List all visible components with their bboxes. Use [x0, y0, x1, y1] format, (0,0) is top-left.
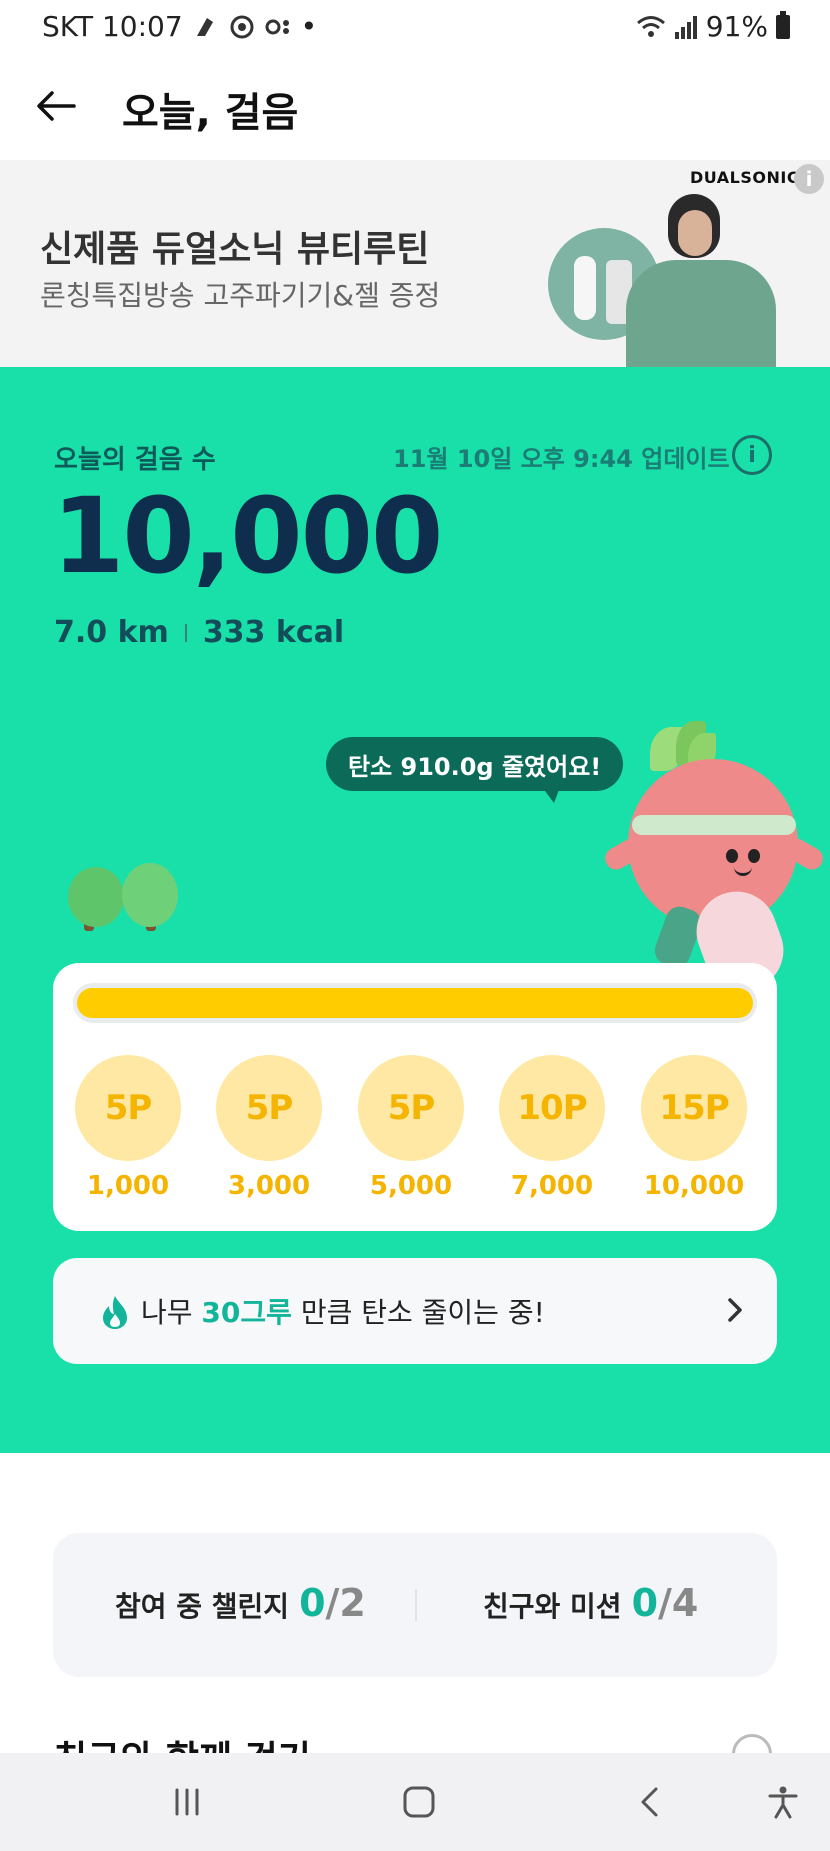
mascot-eye [748, 849, 760, 863]
today-steps-label: 오늘의 걸음 수 [54, 445, 216, 475]
reward-points: 5P [75, 1055, 181, 1161]
ad-device-image [574, 256, 596, 320]
challenge-summary[interactable]: 참여 중 챌린지 0/2 [115, 1581, 366, 1625]
challenge-summary-card: 참여 중 챌린지 0/2 친구와 미션 0/4 [53, 1533, 777, 1677]
challenge-count: 0/2 [299, 1581, 366, 1625]
back-button[interactable] [28, 78, 84, 134]
step-reward-card: 5P 1,000 5P 3,000 5P 5,000 10P 7,000 15P… [53, 963, 777, 1231]
status-right: 91% [636, 10, 790, 43]
mission-total: /4 [658, 1581, 699, 1625]
reward-points: 10P [499, 1055, 605, 1161]
mission-summary[interactable]: 친구와 미션 0/4 [483, 1581, 698, 1625]
link-icon [265, 19, 289, 34]
carrier-time: SKT 10:07 [42, 10, 183, 43]
carbon-message: 나무 30그루 만큼 탄소 줄이는 중! [141, 1291, 545, 1331]
system-nav-bar [0, 1753, 830, 1851]
carbon-reduction-banner[interactable]: 나무 30그루 만큼 탄소 줄이는 중! [53, 1258, 777, 1364]
stats-divider [184, 623, 187, 642]
reward-steps: 5,000 [369, 1171, 453, 1201]
reward-steps: 7,000 [510, 1171, 594, 1201]
back-arrow-icon [37, 91, 76, 121]
steps-panel: 오늘의 걸음 수 11월 10일 오후 9:44 업데이트 i 10,000 7… [0, 367, 830, 1453]
fire-icon [103, 1296, 127, 1329]
chevron-left-icon [641, 1787, 658, 1817]
reward-points: 5P [216, 1055, 322, 1161]
app-notification-icon [196, 17, 213, 36]
reward-item[interactable]: 5P 3,000 [216, 1055, 322, 1201]
mission-label: 친구와 미션 [483, 1590, 622, 1623]
chevron-right-icon [728, 1298, 742, 1322]
accessibility-button[interactable] [760, 1779, 806, 1825]
step-progress-fill [77, 988, 753, 1018]
tree-count: 30그루 [201, 1296, 292, 1329]
reward-steps: 10,000 [643, 1171, 745, 1201]
carbon-prefix: 나무 [141, 1296, 202, 1329]
reward-steps: 3,000 [227, 1171, 311, 1201]
ad-title: 신제품 듀얼소닉 뷰티루틴 [40, 229, 430, 270]
recent-apps-icon [175, 1788, 199, 1816]
update-time: 11월 10일 오후 9:44 업데이트 [393, 445, 730, 473]
carbon-suffix: 만큼 탄소 줄이는 중! [291, 1296, 545, 1329]
ad-model-face [678, 210, 712, 256]
reward-points: 5P [358, 1055, 464, 1161]
status-left: SKT 10:07 • [42, 10, 317, 43]
reward-item[interactable]: 15P 10,000 [641, 1055, 747, 1201]
step-progress-bar [73, 983, 757, 1023]
sync-icon [230, 15, 254, 38]
challenge-label: 참여 중 챌린지 [115, 1590, 290, 1623]
distance: 7.0 km [54, 615, 169, 650]
mascot-eye [726, 849, 738, 863]
wifi-icon [636, 15, 665, 37]
calories: 333 kcal [202, 615, 345, 650]
step-count: 10,000 [52, 475, 443, 597]
tree-crown [122, 863, 178, 927]
summary-divider [415, 1589, 417, 1621]
status-bar: SKT 10:07 • 91% [0, 0, 830, 54]
home-button[interactable] [396, 1779, 442, 1825]
mascot-headband [632, 815, 796, 835]
home-icon [403, 1786, 435, 1818]
ad-brand-logo: DUALSONIC [690, 168, 800, 187]
ad-info-button[interactable]: i [794, 164, 824, 194]
info-button[interactable]: i [732, 435, 772, 475]
more-notifications-dot: • [300, 10, 318, 43]
ad-model-image [626, 260, 776, 367]
reward-item[interactable]: 5P 5,000 [358, 1055, 464, 1201]
app-bar: 오늘, 걸음 [0, 54, 830, 160]
app-screen: SKT 10:07 • 91% 오늘, 걸음 신제품 듀얼소닉 뷰티루틴 론칭특… [0, 0, 830, 1851]
ad-banner[interactable]: 신제품 듀얼소닉 뷰티루틴 론칭특집방송 고주파기기&젤 증정 DUALSONI… [0, 160, 830, 367]
tree-crown [68, 867, 124, 927]
challenge-done: 0 [299, 1581, 326, 1625]
reward-item[interactable]: 5P 1,000 [75, 1055, 181, 1201]
mission-done: 0 [631, 1581, 659, 1625]
accessibility-icon [768, 1786, 798, 1819]
speech-bubble-tail [542, 787, 560, 803]
signal-icon [674, 15, 697, 39]
reward-points: 15P [641, 1055, 747, 1161]
battery-percent: 91% [705, 10, 768, 43]
recent-apps-button[interactable] [164, 1779, 210, 1825]
nav-back-button[interactable] [628, 1779, 674, 1825]
distance-calories: 7.0 km 333 kcal [54, 615, 344, 650]
reward-item[interactable]: 10P 7,000 [499, 1055, 605, 1201]
ad-subtitle: 론칭특집방송 고주파기기&젤 증정 [40, 279, 441, 312]
page-title: 오늘, 걸음 [122, 90, 299, 136]
carbon-speech-bubble: 탄소 910.0g 줄였어요! [326, 737, 624, 791]
reward-steps: 1,000 [86, 1171, 170, 1201]
challenge-total: /2 [325, 1581, 366, 1625]
battery-icon [776, 10, 790, 39]
mission-count: 0/4 [632, 1581, 699, 1625]
